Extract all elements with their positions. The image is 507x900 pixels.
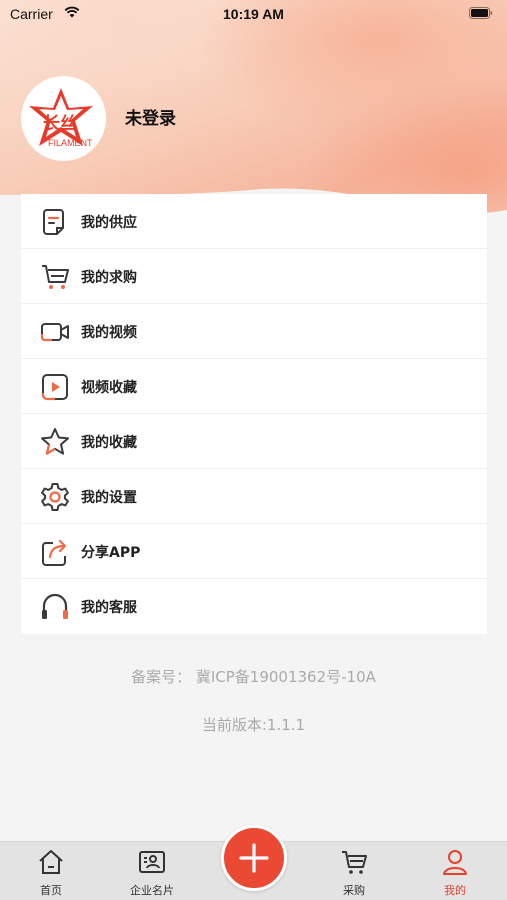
menu-item-video-favorites[interactable]: 视频收藏: [21, 359, 487, 414]
headset-icon: [42, 593, 68, 619]
tab-business-card[interactable]: 企业名片: [107, 842, 197, 900]
logo-subtext: FILAMENT: [48, 138, 93, 148]
tab-label: 首页: [40, 884, 62, 897]
tab-home[interactable]: 首页: [6, 842, 96, 900]
supply-document-icon: [43, 209, 64, 235]
menu-item-my-supply[interactable]: 我的供应: [21, 194, 487, 249]
logo-text: 长丝: [43, 113, 77, 134]
menu-item-label: 我的客服: [81, 600, 137, 616]
business-card-icon: [139, 851, 165, 873]
plus-icon: [239, 843, 269, 873]
filament-logo-icon: 长丝 FILAMENT: [29, 88, 93, 148]
video-camera-icon: [40, 323, 69, 342]
share-icon: [42, 539, 67, 566]
menu-item-label: 我的供应: [81, 215, 137, 231]
star-icon: [41, 428, 69, 455]
menu-item-my-favorites[interactable]: 我的收藏: [21, 414, 487, 469]
menu-item-label: 我的视频: [81, 325, 137, 341]
icp-record-text: 备案号： 冀ICP备19001362号-10A: [131, 668, 376, 686]
tab-label: 我的: [444, 884, 466, 897]
status-time: 10:19 AM: [223, 6, 284, 22]
menu-item-label: 我的收藏: [81, 435, 137, 451]
menu-item-my-settings[interactable]: 我的设置: [21, 469, 487, 524]
app-version-text: 当前版本:1.1.1: [201, 716, 306, 734]
menu-item-my-purchase[interactable]: 我的求购: [21, 249, 487, 304]
status-bar: Carrier 10:19 AM: [0, 0, 507, 28]
video-play-icon: [41, 374, 68, 401]
menu-item-share-app[interactable]: 分享APP: [21, 524, 487, 579]
home-icon: [39, 850, 63, 874]
avatar[interactable]: 长丝 FILAMENT: [21, 76, 106, 161]
menu-item-customer-service[interactable]: 我的客服: [21, 579, 487, 634]
menu-item-label: 我的求购: [81, 270, 137, 286]
shopping-cart-icon: [342, 851, 367, 874]
tab-mine[interactable]: 我的: [410, 842, 500, 900]
tab-label: 企业名片: [130, 884, 174, 897]
menu-item-label: 我的设置: [81, 490, 137, 506]
shopping-cart-icon: [42, 265, 69, 289]
menu-item-label: 视频收藏: [81, 380, 137, 396]
tab-purchase[interactable]: 采购: [309, 842, 399, 900]
profile-menu: 我的供应 我的求购 我的视频 视频收藏 我的收藏 我的设置 分享APP 我的客服: [21, 194, 487, 634]
menu-item-my-videos[interactable]: 我的视频: [21, 304, 487, 359]
login-status-label[interactable]: 未登录: [125, 104, 176, 129]
user-icon: [443, 850, 467, 875]
menu-item-label: 分享APP: [81, 545, 141, 561]
tab-label: 采购: [343, 884, 365, 897]
battery-icon: [469, 7, 492, 19]
gear-icon: [41, 483, 69, 511]
publish-plus-button[interactable]: [221, 825, 287, 891]
